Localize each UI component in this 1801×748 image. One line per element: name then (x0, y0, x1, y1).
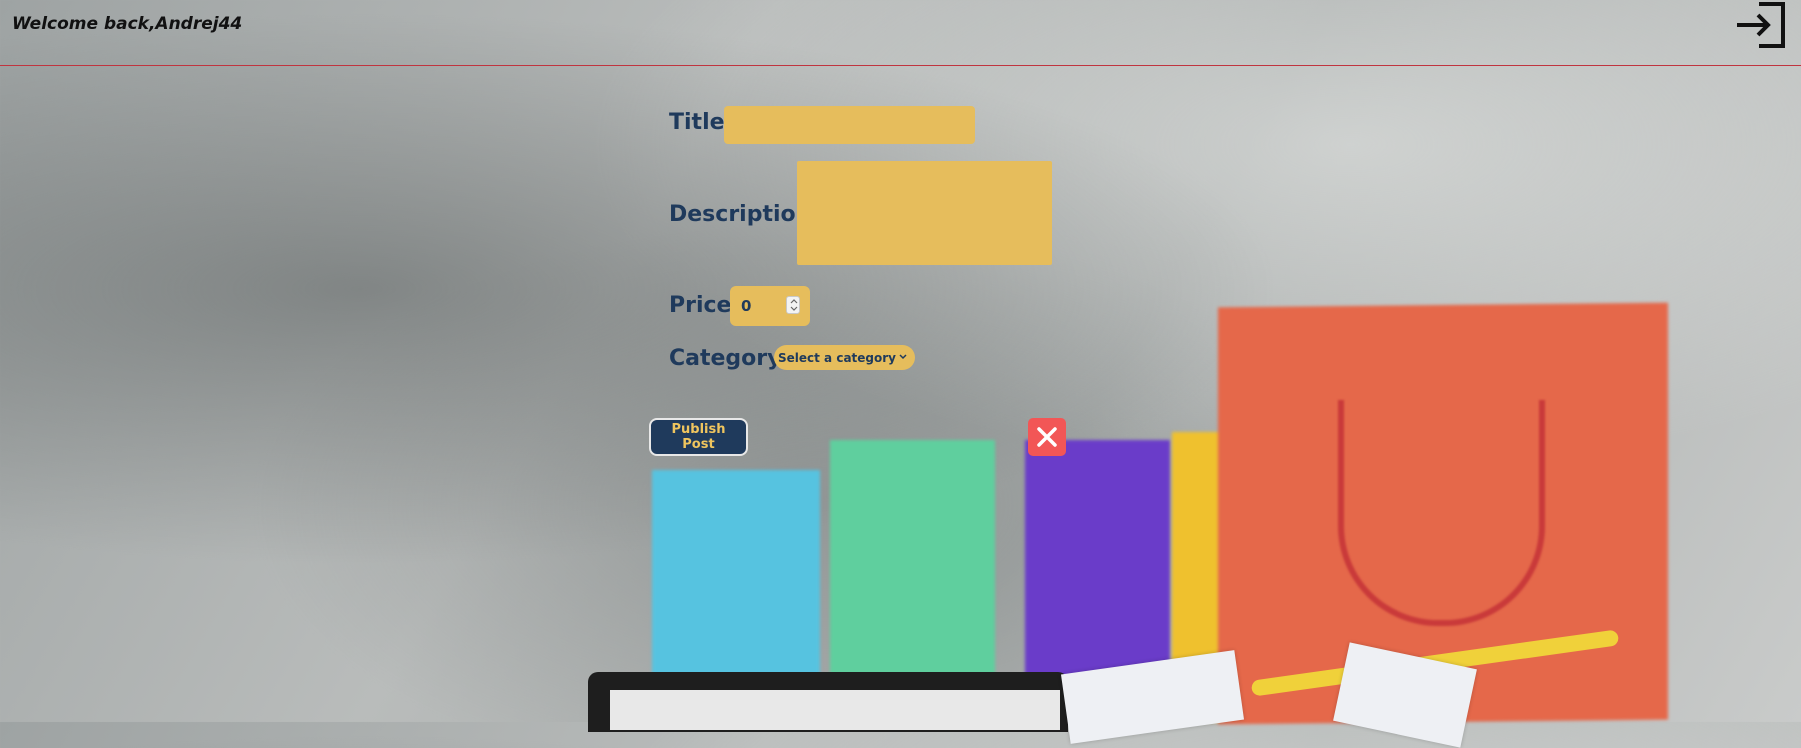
background-box (1333, 642, 1477, 748)
close-button[interactable] (1028, 418, 1066, 456)
price-stepper[interactable] (786, 296, 800, 314)
publish-post-button[interactable]: Publish Post (649, 418, 748, 456)
background-bag-yellow (1172, 432, 1222, 722)
background-cart-handle (1250, 629, 1620, 697)
header: Welcome back,Andrej44 (0, 0, 1801, 66)
chevron-down-icon (899, 354, 907, 360)
title-input[interactable] (724, 106, 975, 144)
background-bag-green (830, 440, 995, 722)
category-selected-value: Select a category (778, 350, 896, 365)
category-label: Category: (669, 346, 791, 371)
background-laptop-screen (610, 690, 1060, 730)
sign-in-icon[interactable] (1733, 0, 1787, 50)
background-bag-orange (1218, 302, 1668, 725)
description-textarea[interactable] (797, 161, 1052, 265)
welcome-message: Welcome back,Andrej44 (12, 14, 243, 34)
price-input[interactable]: 0 (730, 286, 810, 326)
background-bag-purple (1025, 440, 1170, 722)
close-icon (1037, 427, 1057, 447)
background-bag-blue (652, 470, 820, 722)
background-bag-handle (1338, 400, 1545, 626)
background-laptop (588, 672, 1068, 732)
background-box (1060, 650, 1245, 744)
price-value: 0 (741, 297, 752, 315)
category-select[interactable]: Select a category (774, 345, 915, 370)
